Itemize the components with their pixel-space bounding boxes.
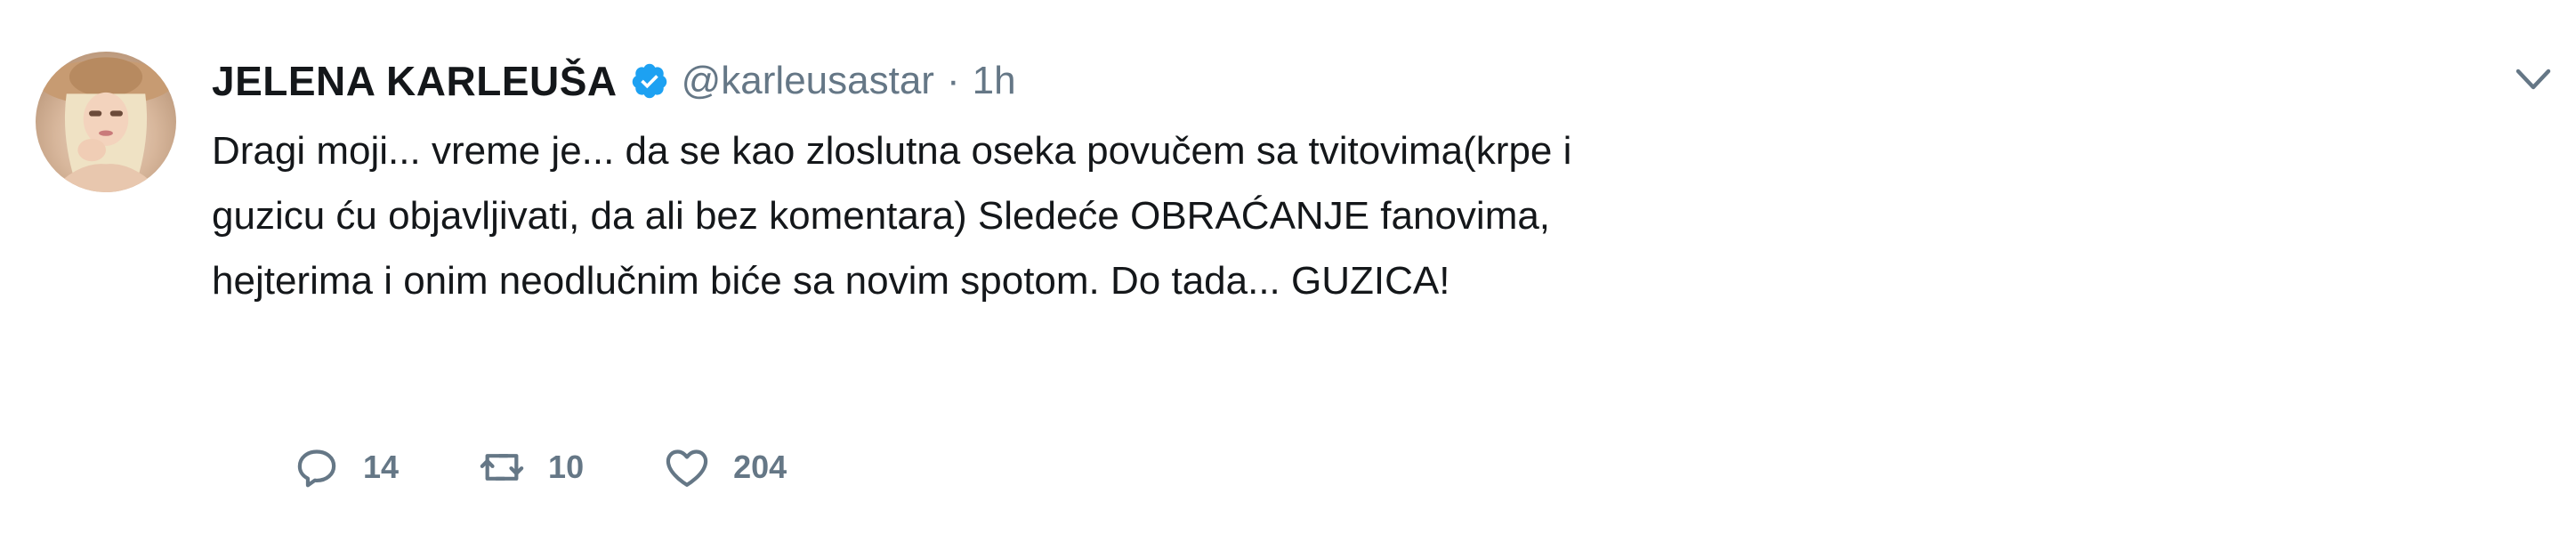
like-icon bbox=[662, 442, 712, 492]
avatar-image bbox=[38, 57, 174, 192]
retweet-button[interactable]: 10 bbox=[477, 442, 584, 492]
like-count: 204 bbox=[733, 449, 787, 485]
separator-dot: · bbox=[946, 59, 960, 102]
like-button[interactable]: 204 bbox=[662, 442, 787, 492]
tweet-text-line: guzicu ću objavljivati, da ali bez komen… bbox=[212, 194, 1551, 238]
chevron-down-icon[interactable] bbox=[2513, 64, 2554, 94]
reply-icon bbox=[292, 442, 342, 492]
retweet-count: 10 bbox=[548, 449, 585, 485]
reply-button[interactable]: 14 bbox=[292, 442, 399, 492]
tweet-text-line: hejterima i onim neodlučnim biće sa novi… bbox=[212, 259, 1450, 303]
reply-count: 14 bbox=[363, 449, 400, 485]
user-handle[interactable]: @karleusastar bbox=[682, 59, 934, 103]
tweet-card[interactable]: JELENA KARLEUŠA @karleusastar · 1h Dragi… bbox=[0, 0, 2576, 534]
retweet-icon bbox=[477, 442, 527, 492]
tweet-header: JELENA KARLEUŠA @karleusastar · 1h bbox=[212, 55, 1016, 107]
timestamp[interactable]: 1h bbox=[973, 59, 1016, 103]
avatar[interactable] bbox=[36, 52, 176, 192]
display-name[interactable]: JELENA KARLEUŠA bbox=[212, 57, 618, 105]
tweet-actions: 14 10 204 bbox=[292, 436, 865, 498]
tweet-text: Dragi moji... vreme je... da se kao zlos… bbox=[212, 118, 2525, 313]
tweet-text-line: Dragi moji... vreme je... da se kao zlos… bbox=[212, 129, 1572, 173]
verified-badge-icon bbox=[630, 61, 669, 101]
